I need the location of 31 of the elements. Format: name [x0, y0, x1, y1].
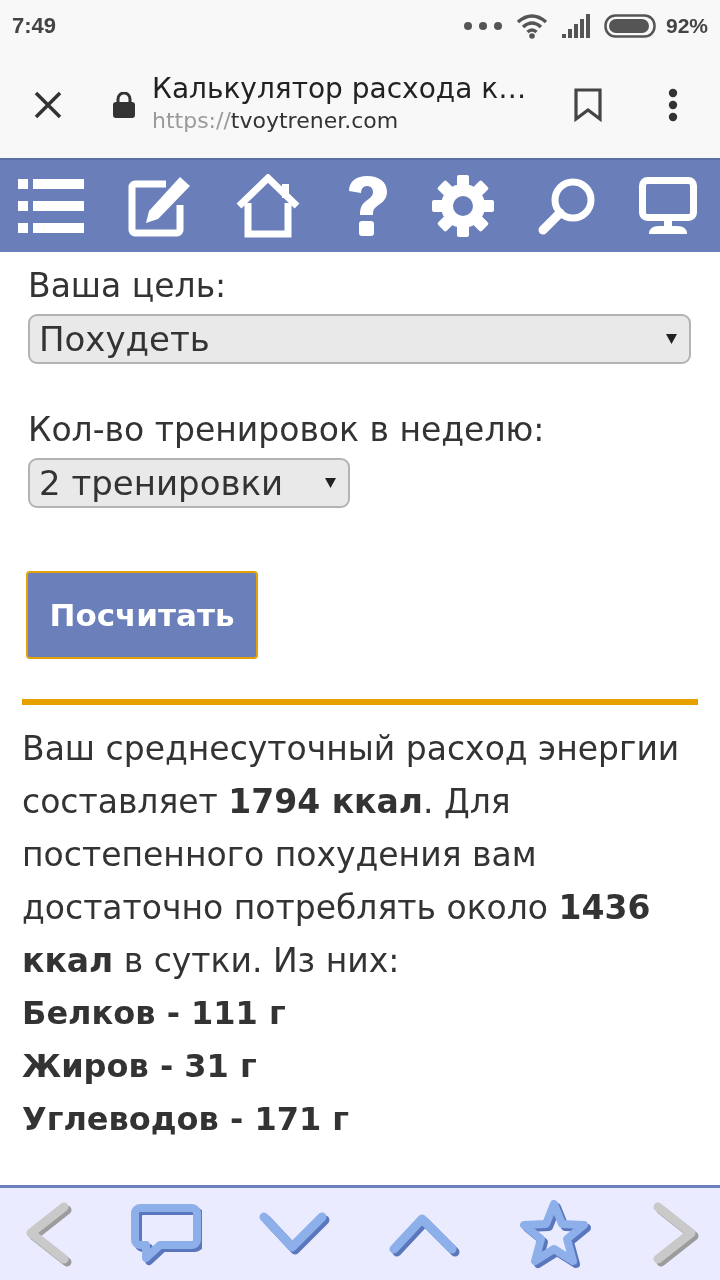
dropdown[interactable]: 2 тренировки [28, 458, 351, 508]
page-url[interactable]: https://tvoytrener.com [152, 106, 399, 136]
monitor-icon[interactable] [639, 177, 697, 235]
macro-line: Жиров - 31 г [22, 1046, 257, 1087]
wifi-icon [515, 13, 548, 39]
result-text: Ваш среднесуточный расход энергии составляет 1794 ккал. Для постепенного похудения вам достаточно потреблять около 1436 ккал в сутки. Из них: [22, 728, 681, 982]
status-time: 7:49 [12, 13, 57, 39]
dropdown[interactable]: Похудеть [28, 314, 691, 364]
menu-icon[interactable] [18, 179, 84, 233]
home-icon[interactable] [235, 174, 301, 238]
lock-icon [113, 92, 135, 118]
search-icon[interactable] [537, 177, 596, 235]
macro-line: Углеводов - 171 г [22, 1099, 350, 1140]
comment-icon[interactable] [130, 1202, 202, 1266]
more-dots-icon [463, 22, 502, 30]
macro-line: Белков - 111 г [22, 993, 286, 1034]
caret-icon [325, 478, 337, 488]
signal-icon [561, 14, 590, 38]
page-title: Калькулятор расхода к… [152, 72, 527, 106]
close-icon [34, 91, 62, 119]
field-label: Ваша цель: [28, 266, 227, 306]
bookmark-icon [574, 88, 602, 122]
battery-icon [603, 14, 656, 38]
caret-icon [666, 334, 677, 344]
settings-icon[interactable] [432, 175, 494, 237]
edit-icon[interactable] [127, 175, 192, 237]
more-vertical-icon [668, 88, 678, 122]
calculate-button[interactable]: Посчитать [26, 571, 258, 659]
battery-percentage: 92% [665, 14, 708, 38]
field-label: Кол-во тренировок в неделю: [28, 410, 545, 450]
star-icon[interactable] [518, 1198, 594, 1270]
